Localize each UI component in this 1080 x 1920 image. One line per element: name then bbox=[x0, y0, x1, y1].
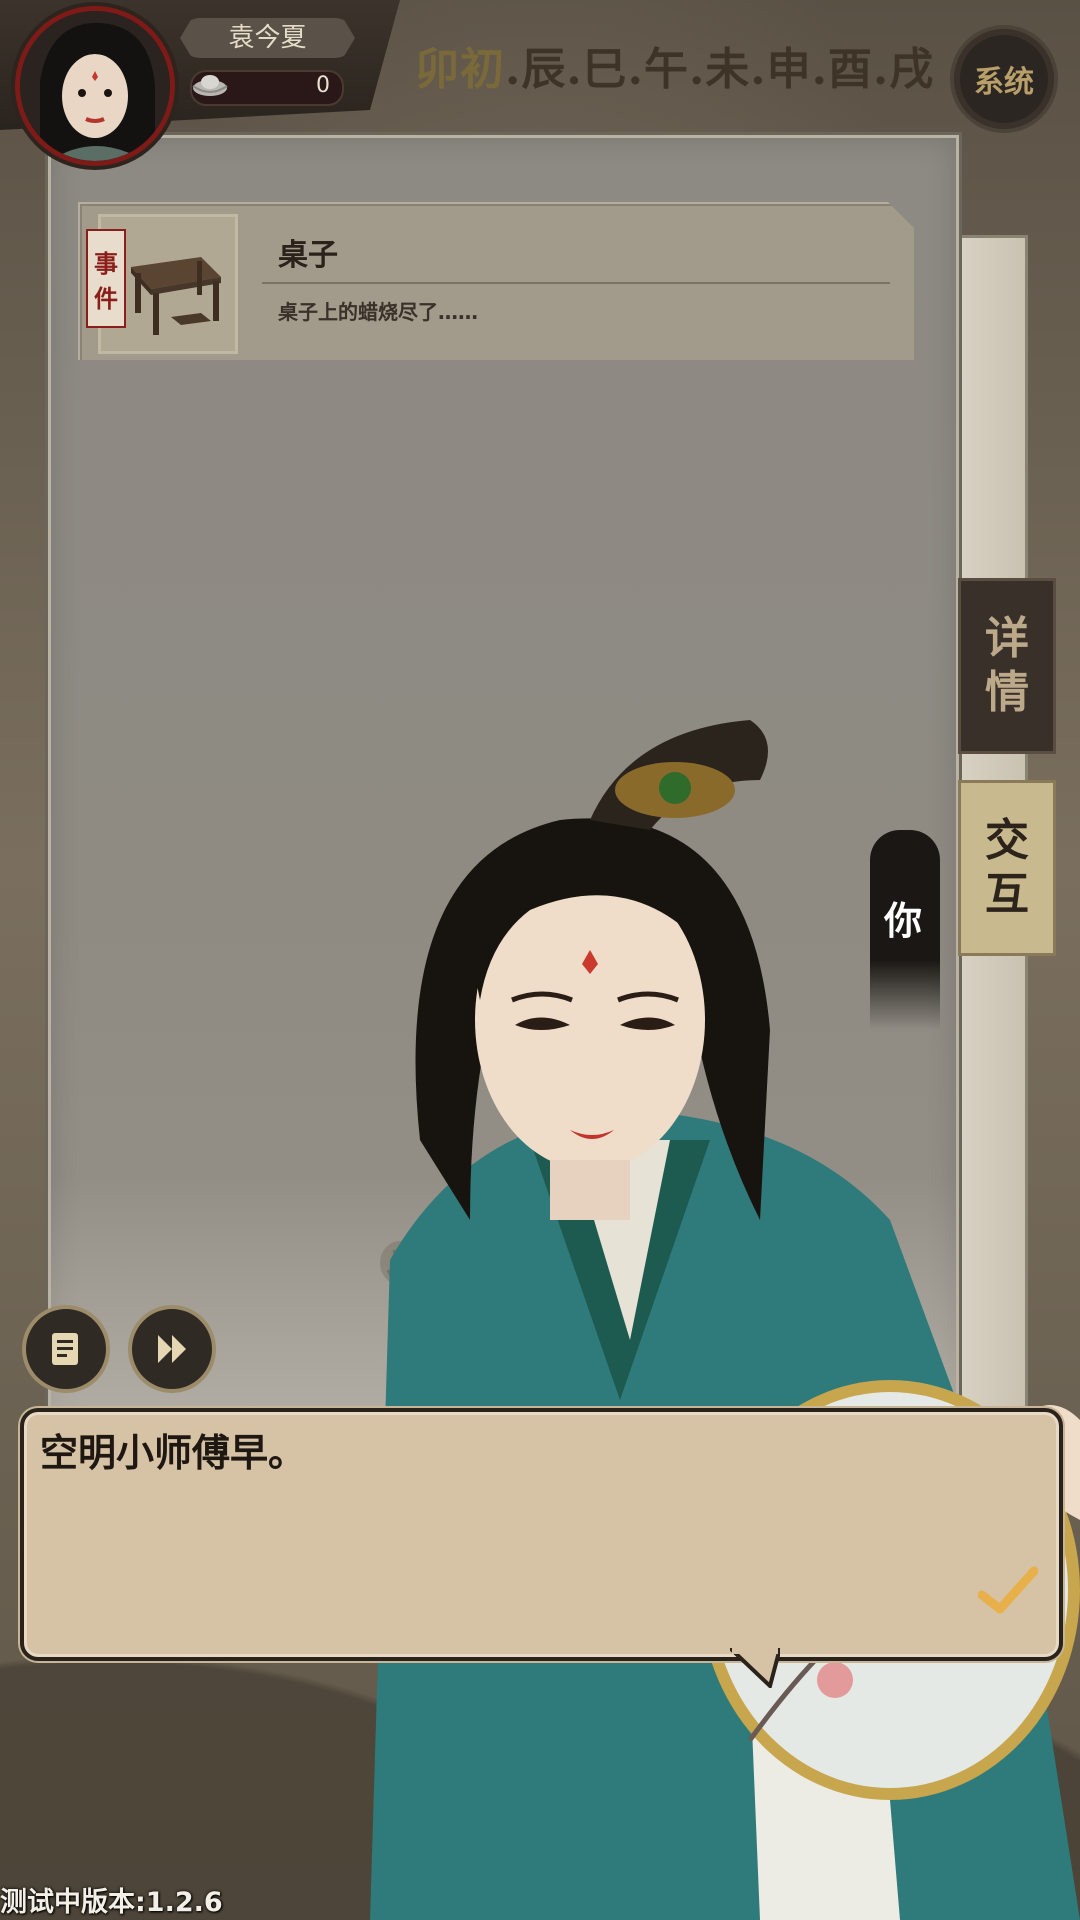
event-tag-char: 事 bbox=[94, 248, 118, 278]
event-title: 桌子 bbox=[278, 238, 338, 273]
speaker-label: 你 bbox=[870, 830, 940, 1030]
silver-amount: 0 bbox=[316, 73, 330, 98]
time-remaining: .辰.巳.午.未.申.酉.戌 bbox=[505, 44, 935, 95]
event-tag-char: 件 bbox=[94, 283, 118, 313]
speaker-name: 你 bbox=[884, 899, 923, 943]
log-button[interactable] bbox=[22, 1305, 110, 1393]
dialogue-text: 空明小师傅早。 bbox=[40, 1431, 307, 1475]
silver-ingot-icon bbox=[192, 75, 228, 96]
time-current: 卯初 bbox=[415, 44, 505, 95]
character-portrait bbox=[370, 720, 1080, 1920]
confirm-check-icon[interactable] bbox=[978, 1565, 1038, 1615]
dialogue-tail bbox=[730, 1648, 780, 1688]
player-name: 袁今夏 bbox=[180, 18, 355, 58]
avatar-portrait bbox=[20, 11, 170, 161]
fast-forward-icon bbox=[158, 1335, 186, 1363]
time-of-day-bar: 卯初 .辰.巳.午.未.申.酉.戌 bbox=[415, 35, 934, 95]
version-label: 测试中版本:1.2.6 bbox=[0, 1887, 223, 1918]
avatar[interactable] bbox=[15, 6, 175, 166]
fast-forward-button[interactable] bbox=[128, 1305, 216, 1393]
event-description: 桌子上的蜡烧尽了…… bbox=[278, 300, 478, 324]
system-button[interactable]: 系统 bbox=[950, 25, 1058, 133]
log-icon bbox=[52, 1333, 78, 1365]
event-tag: 事 件 bbox=[86, 229, 126, 328]
event-card[interactable]: 事 件 桌子 桌子上的蜡烧尽了…… bbox=[78, 202, 914, 360]
tab-detail-char: 详 bbox=[985, 613, 1029, 664]
event-divider bbox=[262, 282, 890, 284]
